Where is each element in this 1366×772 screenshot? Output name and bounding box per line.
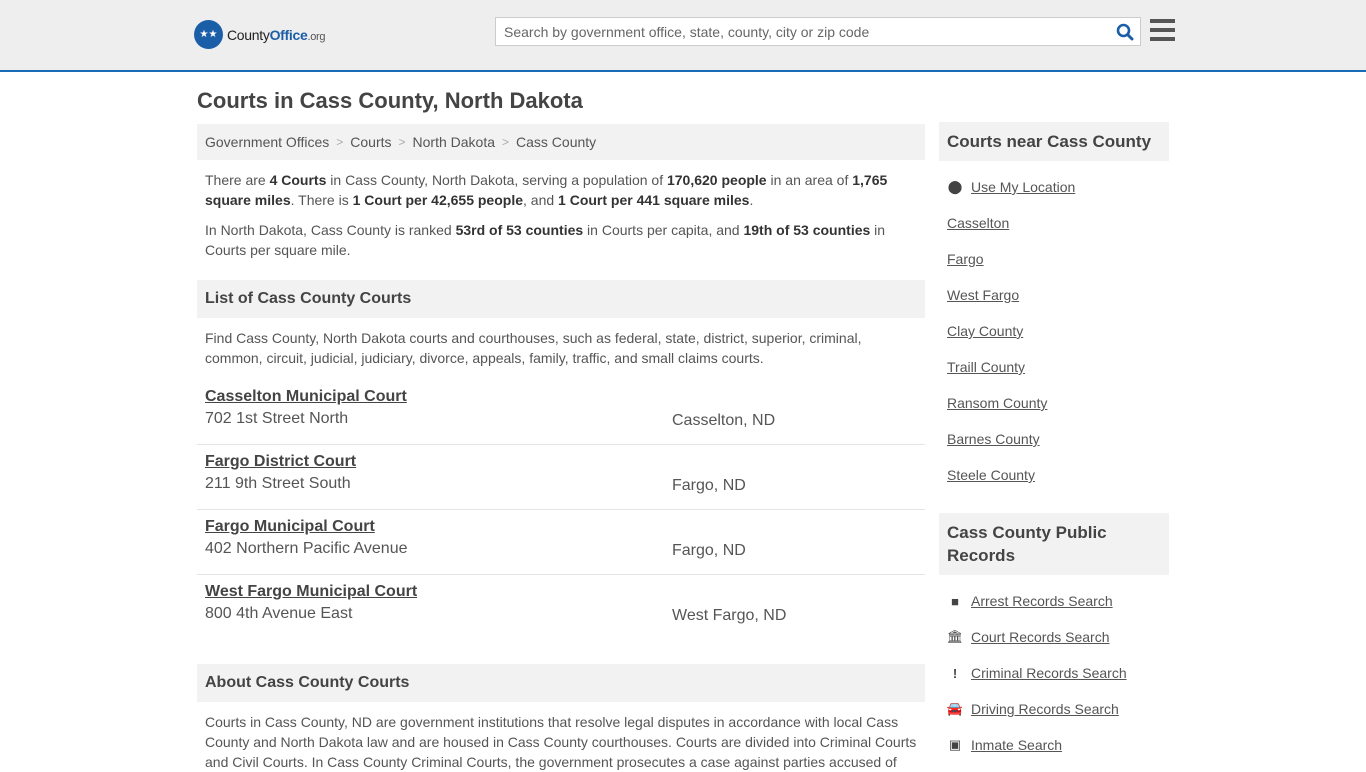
court-link[interactable]: Fargo Municipal Court — [205, 518, 375, 535]
list-section-description: Find Cass County, North Dakota courts an… — [205, 330, 862, 366]
about-section-heading: About Cass County Courts — [197, 664, 925, 702]
records-link[interactable]: Arrest Records Search — [971, 593, 1113, 609]
court-city: Fargo, ND — [672, 542, 746, 559]
courts-list: Casselton Municipal Court 702 1st Street … — [197, 380, 925, 640]
breadcrumb-government-offices[interactable]: Government Offices — [205, 134, 329, 150]
search-icon — [1116, 23, 1134, 40]
search-input[interactable] — [496, 18, 1110, 45]
stat-value: 4 Courts — [269, 172, 327, 188]
intro-rankings: In North Dakota, Cass County is ranked 5… — [205, 222, 886, 258]
stat-value: 1 Court per 441 square miles — [558, 192, 750, 208]
nearby-link[interactable]: Fargo — [947, 251, 984, 267]
court-city: Casselton, ND — [672, 412, 776, 429]
eagle-logo-icon: ★★ — [194, 20, 223, 49]
stat-value: 19th of 53 counties — [743, 222, 871, 238]
logo-part2: Office — [269, 26, 308, 43]
records-link[interactable]: Court Records Search — [971, 629, 1110, 645]
breadcrumb-courts[interactable]: Courts — [350, 134, 391, 150]
breadcrumb-cass-county[interactable]: Cass County — [516, 134, 596, 150]
exclamation-icon: ! — [952, 665, 958, 681]
site-logo[interactable]: ★★ CountyOffice.org — [194, 20, 326, 49]
nearby-link[interactable]: Steele County — [947, 467, 1035, 483]
courthouse-icon: 🏛 — [946, 629, 964, 644]
court-address: 402 Northern Pacific Avenue — [205, 540, 408, 557]
nearby-link[interactable]: Barnes County — [947, 431, 1040, 447]
nearby-link[interactable]: Traill County — [947, 359, 1025, 375]
sidebar: Courts near Cass County ⬤ Use My Location… — [939, 122, 1169, 763]
page-title: Courts in Cass County, North Dakota — [197, 88, 583, 113]
search-box — [495, 17, 1141, 46]
court-address: 211 9th Street South — [205, 475, 351, 492]
stat-value: 53rd of 53 counties — [455, 222, 584, 238]
court-link[interactable]: West Fargo Municipal Court — [205, 583, 417, 600]
court-link[interactable]: Fargo District Court — [205, 453, 356, 470]
records-link[interactable]: Inmate Search — [971, 737, 1062, 753]
court-address: 702 1st Street North — [205, 410, 349, 427]
court-link[interactable]: Casselton Municipal Court — [205, 388, 407, 405]
intro-stats: There are 4 Courts in Cass County, North… — [205, 172, 888, 208]
court-item: West Fargo Municipal Court 800 4th Avenue… — [197, 575, 925, 640]
list-section-heading: List of Cass County Courts — [197, 280, 925, 318]
use-my-location-link[interactable]: Use My Location — [971, 179, 1075, 195]
nearby-link[interactable]: Casselton — [947, 215, 1009, 231]
arrest-icon: ■ — [951, 593, 959, 609]
breadcrumb: Government Offices > Courts > North Dakota… — [197, 124, 925, 160]
breadcrumb-north-dakota[interactable]: North Dakota — [413, 134, 495, 150]
location-pin-icon: ⬤ — [947, 179, 963, 194]
stat-value: 170,620 people — [666, 172, 767, 188]
search-button[interactable] — [1110, 18, 1140, 45]
records-link[interactable]: Driving Records Search — [971, 701, 1119, 717]
stat-value: 1 Court per 42,655 people — [352, 192, 524, 208]
court-address: 800 4th Avenue East — [205, 605, 353, 622]
main-content: Government Offices > Courts > North Dakota… — [197, 124, 925, 772]
nearby-link[interactable]: Clay County — [947, 323, 1023, 339]
records-list: ■ Arrest Records Search 🏛 Court Records Se… — [939, 575, 1169, 763]
court-item: Fargo Municipal Court 402 Northern Pacifi… — [197, 510, 925, 575]
nearby-link[interactable]: West Fargo — [947, 287, 1019, 303]
court-city: West Fargo, ND — [672, 607, 787, 624]
records-link[interactable]: Criminal Records Search — [971, 665, 1127, 681]
id-badge-icon: ▣ — [948, 737, 962, 752]
court-item: Fargo District Court 211 9th Street South… — [197, 445, 925, 510]
site-header: ★★ CountyOffice.org — [0, 0, 1366, 72]
nearby-list: ⬤ Use My Location Casselton Fargo West Fa… — [939, 161, 1169, 493]
logo-part3: .org — [307, 30, 326, 43]
court-city: Fargo, ND — [672, 477, 746, 494]
logo-part1: County — [227, 26, 270, 43]
about-text: Courts in Cass County, ND are government… — [205, 714, 917, 770]
nearby-link[interactable]: Ransom County — [947, 395, 1047, 411]
hamburger-menu-icon[interactable] — [1150, 19, 1175, 41]
public-records-heading: Cass County Public Records — [939, 513, 1169, 575]
court-item: Casselton Municipal Court 702 1st Street … — [197, 380, 925, 445]
nearby-courts-heading: Courts near Cass County — [939, 122, 1169, 161]
car-icon: 🚘 — [946, 701, 964, 716]
